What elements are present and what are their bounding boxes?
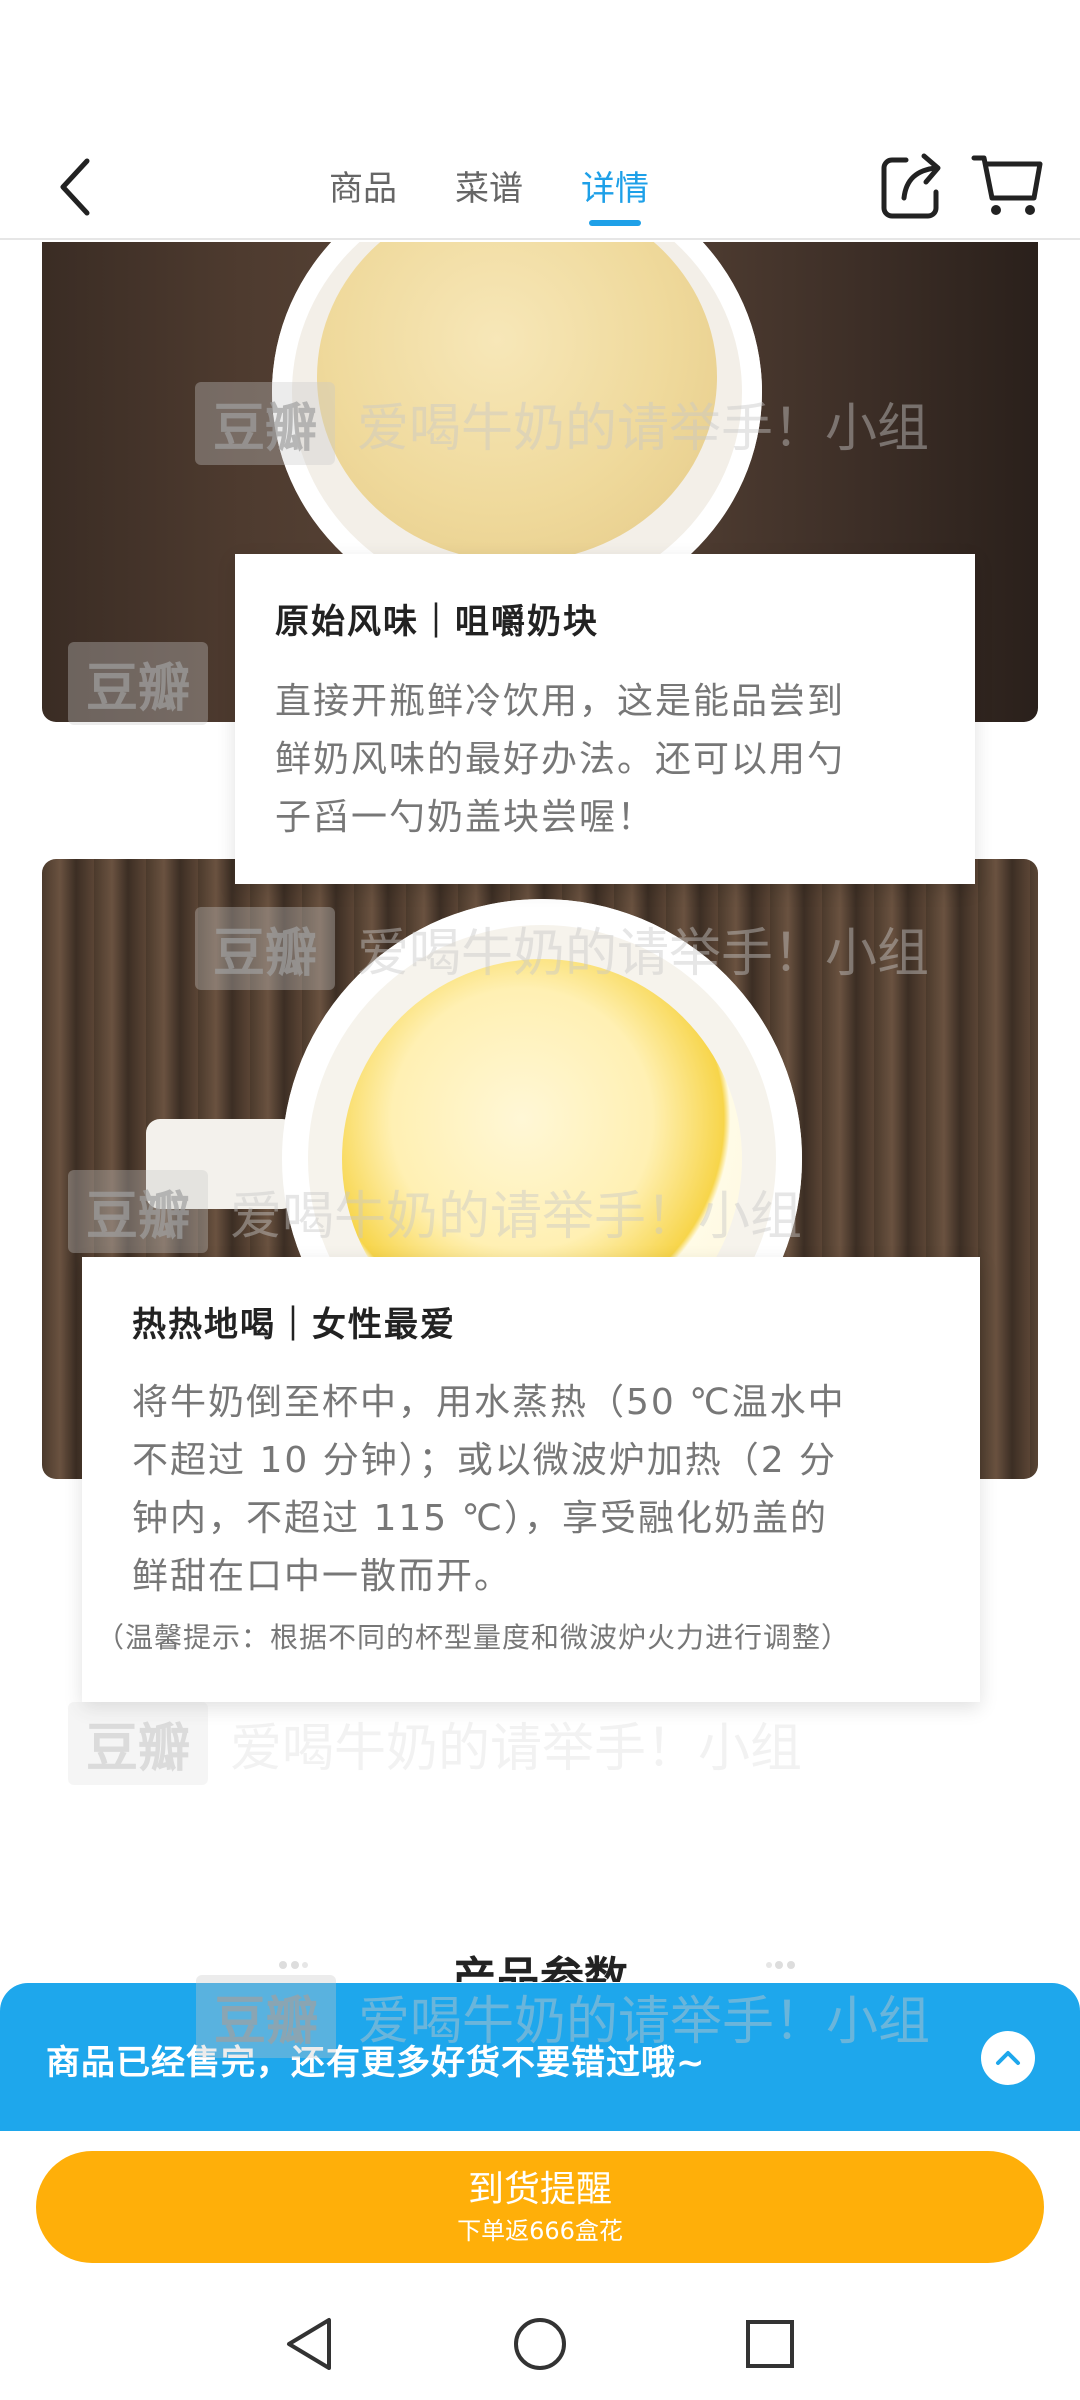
collapse-button[interactable]: [981, 2031, 1035, 2085]
system-nav-bar: [0, 2286, 1080, 2400]
bottom-action-area: 到货提醒 下单返666盒花: [0, 2131, 1080, 2286]
restock-reminder-label: 到货提醒: [467, 2169, 612, 2210]
card-line: 鲜甜在口中一散而开。: [132, 1556, 513, 1597]
tip-card-cold: 原始风味｜咀嚼奶块 直接开瓶鲜冷饮用，这是能品尝到 鲜奶风味的最好办法。还可以用…: [235, 554, 975, 884]
card-title: 原始风味｜咀嚼奶块: [275, 602, 599, 642]
nav-back-button[interactable]: [277, 2312, 341, 2376]
tip-card-hot: 热热地喝｜女性最爱 将牛奶倒至杯中，用水蒸热（50 ℃温水中 不超过 10 分钟…: [82, 1257, 980, 1702]
top-nav-bar: 商品 菜谱 详情: [0, 130, 1080, 240]
back-arrow-icon: [60, 158, 90, 216]
tab-recipe-label: 菜谱: [455, 168, 523, 209]
card-line: 子舀一勺奶盖块尝喔！: [275, 797, 656, 838]
nav-home-icon: [514, 2318, 566, 2370]
watermark-text: 爱喝牛奶的请举手！小组: [230, 1719, 803, 1779]
section-divider-right: [766, 1961, 795, 1969]
sold-out-banner: 商品已经售完，还有更多好货不要错过哦~: [0, 1983, 1080, 2131]
nav-back-icon: [287, 2318, 331, 2370]
chevron-up-icon: [996, 2051, 1020, 2065]
nav-recents-button[interactable]: [738, 2312, 802, 2376]
card-body: 直接开瓶鲜冷饮用，这是能品尝到 鲜奶风味的最好办法。还可以用勺 子舀一勺奶盖块尝…: [275, 673, 935, 847]
card-line: 将牛奶倒至杯中，用水蒸热（50 ℃温水中: [132, 1382, 846, 1423]
tab-product-label: 商品: [329, 168, 397, 209]
watermark: 豆瓣 爱喝牛奶的请举手！小组: [68, 1702, 802, 1785]
back-button[interactable]: [40, 142, 110, 232]
tab-product[interactable]: 商品: [300, 130, 426, 240]
cart-icon: [971, 155, 1043, 215]
tab-details[interactable]: 详情: [552, 130, 678, 240]
restock-reminder-button[interactable]: 到货提醒 下单返666盒花: [36, 2151, 1044, 2263]
tab-details-label: 详情: [581, 168, 649, 209]
cup-handle: [146, 1119, 296, 1209]
tab-recipe[interactable]: 菜谱: [426, 130, 552, 240]
card-line: 鲜奶风味的最好办法。还可以用勺: [275, 739, 846, 780]
detail-content[interactable]: 豆瓣 爱喝牛奶的请举手！小组 豆瓣 豆瓣 爱喝牛奶的请举手！小组 豆瓣 爱喝牛奶…: [0, 242, 1080, 1982]
section-title: 产品参数: [452, 1953, 628, 1982]
restock-reminder-sub: 下单返666盒花: [457, 2217, 623, 2245]
status-bar: [0, 0, 1080, 130]
card-note: （温馨提示：根据不同的杯型量度和微波炉火力进行调整）: [96, 1621, 851, 1654]
card-line: 不超过 10 分钟）；或以微波炉加热（2 分: [132, 1440, 838, 1481]
nav-home-button[interactable]: [508, 2312, 572, 2376]
card-line: 钟内，不超过 115 ℃），享受融化奶盖的: [132, 1498, 829, 1539]
share-icon: [881, 153, 941, 219]
card-line: 直接开瓶鲜冷饮用，这是能品尝到: [275, 681, 846, 722]
share-button[interactable]: [876, 142, 946, 222]
sold-out-text: 商品已经售完，还有更多好货不要错过哦~: [46, 2043, 706, 2083]
card-body: 将牛奶倒至杯中，用水蒸热（50 ℃温水中 不超过 10 分钟）；或以微波炉加热（…: [132, 1374, 930, 1606]
card-title: 热热地喝｜女性最爱: [132, 1305, 456, 1345]
cart-button[interactable]: [970, 142, 1046, 222]
watermark-logo: 豆瓣: [68, 1702, 209, 1785]
nav-recents-icon: [746, 2320, 794, 2368]
tab-bar: 商品 菜谱 详情: [300, 130, 678, 240]
